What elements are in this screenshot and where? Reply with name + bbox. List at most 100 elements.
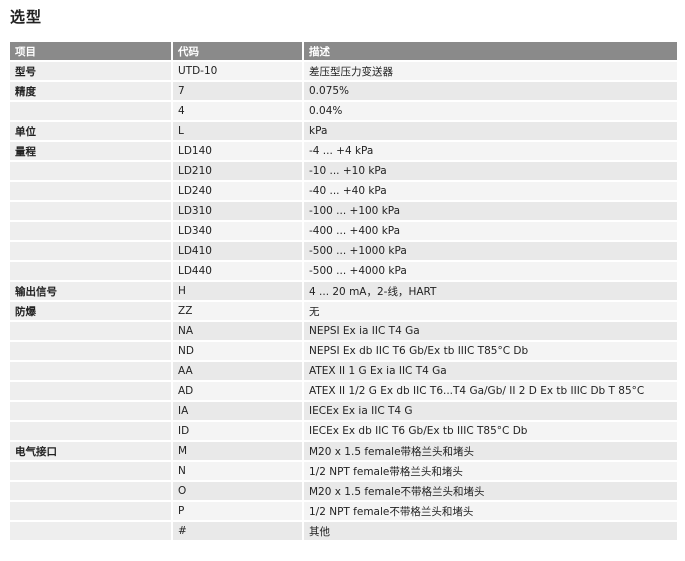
cell-description: kPa <box>303 120 677 141</box>
cell-code: LD410 <box>172 240 304 261</box>
cell-category <box>10 460 173 481</box>
table-row: LD240 -40 ... +40 kPa <box>10 180 677 201</box>
cell-code: LD310 <box>172 200 304 221</box>
cell-description: 差压型压力变送器 <box>303 60 677 81</box>
cell-category <box>10 320 173 341</box>
header-code: 代码 <box>172 42 304 61</box>
cell-description: 4 ... 20 mA，2-线，HART <box>303 280 677 301</box>
cell-description: 1/2 NPT female带格兰头和堵头 <box>303 460 677 481</box>
cell-description: M20 x 1.5 female不带格兰头和堵头 <box>303 480 677 501</box>
cell-category <box>10 220 173 241</box>
cell-category <box>10 380 173 401</box>
cell-code: AA <box>172 360 304 381</box>
cell-description: -10 ... +10 kPa <box>303 160 677 181</box>
cell-code: LD140 <box>172 140 304 161</box>
cell-code: # <box>172 520 304 540</box>
page-title: 选型 <box>10 8 43 26</box>
table-row: 4 0.04% <box>10 100 677 121</box>
cell-category <box>10 180 173 201</box>
table-row: NA NEPSI Ex ia IIC T4 Ga <box>10 320 677 341</box>
header-description: 描述 <box>303 42 677 61</box>
cell-description: NEPSI Ex ia IIC T4 Ga <box>303 320 677 341</box>
cell-description: 1/2 NPT female不带格兰头和堵头 <box>303 500 677 521</box>
cell-category: 精度 <box>10 80 173 101</box>
cell-code: LD210 <box>172 160 304 181</box>
cell-category <box>10 360 173 381</box>
cell-category <box>10 200 173 221</box>
table-row: LD440 -500 ... +4000 kPa <box>10 260 677 281</box>
selection-table: 项目 代码 描述 型号 UTD-10 差压型压力变送器 精度 7 0.075% 4 0.04%… <box>10 42 677 540</box>
table-row: LD310 -100 ... +100 kPa <box>10 200 677 221</box>
table-row: LD410 -500 ... +1000 kPa <box>10 240 677 261</box>
cell-category: 防爆 <box>10 300 173 321</box>
table-row: LD210 -10 ... +10 kPa <box>10 160 677 181</box>
table-row: AA ATEX II 1 G Ex ia IIC T4 Ga <box>10 360 677 381</box>
cell-category: 电气接口 <box>10 440 173 461</box>
cell-code: UTD-10 <box>172 60 304 81</box>
table-row: 电气接口 M M20 x 1.5 female带格兰头和堵头 <box>10 440 677 461</box>
table-row: O M20 x 1.5 female不带格兰头和堵头 <box>10 480 677 501</box>
cell-code: O <box>172 480 304 501</box>
cell-description: 0.075% <box>303 80 677 101</box>
cell-category <box>10 340 173 361</box>
cell-description: M20 x 1.5 female带格兰头和堵头 <box>303 440 677 461</box>
cell-code: 4 <box>172 100 304 121</box>
table-row: ND NEPSI Ex db IIC T6 Gb/Ex tb IIIC T85°C… <box>10 340 677 361</box>
cell-description: NEPSI Ex db IIC T6 Gb/Ex tb IIIC T85°C D… <box>303 340 677 361</box>
table-row: P 1/2 NPT female不带格兰头和堵头 <box>10 500 677 521</box>
cell-category: 量程 <box>10 140 173 161</box>
cell-code: NA <box>172 320 304 341</box>
cell-description: 无 <box>303 300 677 321</box>
cell-description: -400 ... +400 kPa <box>303 220 677 241</box>
cell-description: IECEx Ex db IIC T6 Gb/Ex tb IIIC T85°C D… <box>303 420 677 441</box>
cell-description: ATEX II 1 G Ex ia IIC T4 Ga <box>303 360 677 381</box>
cell-code: H <box>172 280 304 301</box>
table-row: 型号 UTD-10 差压型压力变送器 <box>10 60 677 81</box>
cell-code: P <box>172 500 304 521</box>
table-row: 量程 LD140 -4 ... +4 kPa <box>10 140 677 161</box>
cell-code: IA <box>172 400 304 421</box>
cell-description: ATEX II 1/2 G Ex db IIC T6...T4 Ga/Gb/ I… <box>303 380 677 401</box>
cell-description: -40 ... +40 kPa <box>303 180 677 201</box>
table-row: 防爆 ZZ 无 <box>10 300 677 321</box>
cell-code: M <box>172 440 304 461</box>
table-header-row: 项目 代码 描述 <box>10 42 677 61</box>
cell-category <box>10 160 173 181</box>
cell-description: IECEx Ex ia IIC T4 G <box>303 400 677 421</box>
cell-category <box>10 420 173 441</box>
table-row: N 1/2 NPT female带格兰头和堵头 <box>10 460 677 481</box>
cell-code: LD340 <box>172 220 304 241</box>
cell-category <box>10 100 173 121</box>
cell-category: 输出信号 <box>10 280 173 301</box>
table-row: 单位 LkPa <box>10 120 677 141</box>
cell-description: -500 ... +4000 kPa <box>303 260 677 281</box>
table-row: LD340 -400 ... +400 kPa <box>10 220 677 241</box>
cell-description: -100 ... +100 kPa <box>303 200 677 221</box>
table-row: AD ATEX II 1/2 G Ex db IIC T6...T4 Ga/Gb/… <box>10 380 677 401</box>
cell-description: -500 ... +1000 kPa <box>303 240 677 261</box>
cell-category: 单位 <box>10 120 173 141</box>
cell-category <box>10 480 173 501</box>
cell-code: AD <box>172 380 304 401</box>
cell-category <box>10 520 173 540</box>
cell-category <box>10 400 173 421</box>
cell-code: ND <box>172 340 304 361</box>
table-row: IA IECEx Ex ia IIC T4 G <box>10 400 677 421</box>
cell-description: 其他 <box>303 520 677 540</box>
cell-description: -4 ... +4 kPa <box>303 140 677 161</box>
table-row: # 其他 <box>10 520 677 540</box>
cell-code: ZZ <box>172 300 304 321</box>
table-row: 输出信号 H 4 ... 20 mA，2-线，HART <box>10 280 677 301</box>
cell-code: LD440 <box>172 260 304 281</box>
table-row: ID IECEx Ex db IIC T6 Gb/Ex tb IIIC T85°C… <box>10 420 677 441</box>
table-row: 精度 7 0.075% <box>10 80 677 101</box>
cell-description: 0.04% <box>303 100 677 121</box>
cell-category: 型号 <box>10 60 173 81</box>
cell-code: LD240 <box>172 180 304 201</box>
cell-code: N <box>172 460 304 481</box>
header-item: 项目 <box>10 42 173 61</box>
cell-code: L <box>172 120 304 141</box>
cell-category <box>10 240 173 261</box>
cell-category <box>10 500 173 521</box>
cell-code: 7 <box>172 80 304 101</box>
